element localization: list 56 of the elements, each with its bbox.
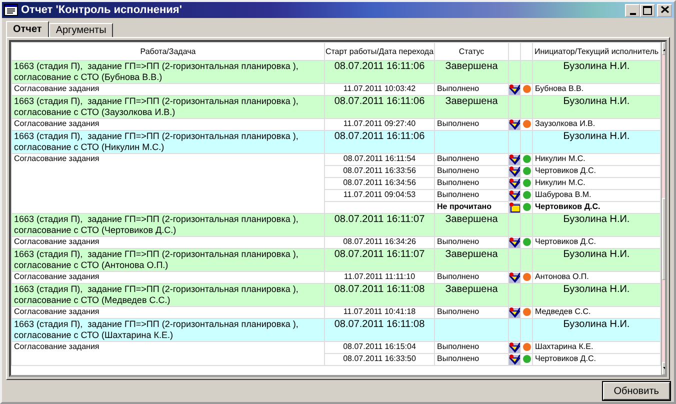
step-status: Выполнено [437, 166, 480, 175]
step-status: Выполнено [437, 178, 480, 187]
date-cell: 11.07.2011 09:27:40 [343, 120, 416, 128]
subtask-cell: Согласование задания [12, 272, 324, 284]
date-cell: 08.07.2011 16:34:56 [343, 178, 416, 187]
subtask-cell: Согласование задания [12, 154, 324, 214]
step-status: Выполнено [437, 272, 480, 281]
step-status: Выполнено [437, 354, 480, 363]
subtask-cell: Согласование задания [12, 306, 324, 318]
column-header[interactable]: Статус [434, 42, 508, 60]
maximize-button[interactable] [640, 4, 655, 16]
subtask-cell: Согласование задания [12, 118, 324, 130]
step-status: Выполнено [437, 342, 480, 351]
report-icon [4, 4, 18, 16]
column-header[interactable]: Инициатор/Текущий исполнитель [532, 42, 660, 60]
assignee-name: Шабурова В.М. [535, 190, 592, 199]
assignee-name: Шахтарина К.Е. [535, 342, 594, 351]
step-status: Выполнено [437, 154, 480, 163]
tab[interactable]: Аргументы [48, 23, 114, 38]
assignee-name: Чертовиков Д.С. [535, 166, 596, 175]
step-status: Не прочитано [437, 202, 492, 211]
close-icon [660, 6, 668, 13]
minimize-button[interactable] [625, 4, 640, 16]
assignee-name: Заузолкова И.В. [535, 120, 596, 128]
assignee-name: Медведев С.С. [535, 308, 591, 316]
assignee-name: Чертовиков Д.С. [535, 202, 600, 211]
assignee-name: Бубнова В.В. [535, 84, 584, 93]
step-status: Выполнено [437, 238, 480, 246]
date-cell: 08.07.2011 16:33:56 [343, 166, 416, 175]
close-button[interactable] [657, 4, 672, 16]
assignee-name: Антонова О.П. [535, 272, 589, 281]
date-cell: 08.07.2011 16:34:26 [343, 238, 416, 246]
assignee-name: Чертовиков Д.С. [535, 354, 596, 363]
step-status: Выполнено [437, 84, 480, 93]
date-cell: 11.07.2011 10:41:18 [343, 308, 416, 316]
date-cell: 08.07.2011 16:15:04 [343, 342, 416, 351]
tab[interactable]: Отчет [6, 21, 49, 38]
step-status: Выполнено [437, 190, 480, 199]
date-cell: 11.07.2011 09:04:53 [343, 190, 416, 199]
date-cell: 08.07.2011 16:11:54 [343, 154, 416, 163]
subtask-cell: Согласование задания [12, 84, 324, 96]
date-cell: 11.07.2011 10:03:42 [343, 84, 416, 93]
date-cell: 11.07.2011 11:11:10 [344, 272, 416, 281]
assignee-name: Чертовиков Д.С. [535, 238, 596, 246]
assignee-name: Никулин М.С. [535, 154, 586, 163]
assignee-name: Никулин М.С. [535, 178, 586, 187]
step-status: Выполнено [437, 120, 480, 128]
column-header[interactable]: Старт работы/Дата перехода [324, 42, 434, 60]
subtask-cell: Согласование задания [12, 342, 324, 366]
refresh-button[interactable]: Обновить [602, 382, 670, 400]
date-cell: 08.07.2011 16:33:50 [343, 354, 416, 363]
window-title: Отчет 'Контроль исполнения' [21, 4, 183, 16]
maximize-icon [643, 6, 652, 14]
column-header[interactable]: Работа/Задача [12, 42, 324, 60]
subtask-cell: Согласование задания [12, 236, 324, 248]
step-status: Выполнено [437, 308, 480, 316]
